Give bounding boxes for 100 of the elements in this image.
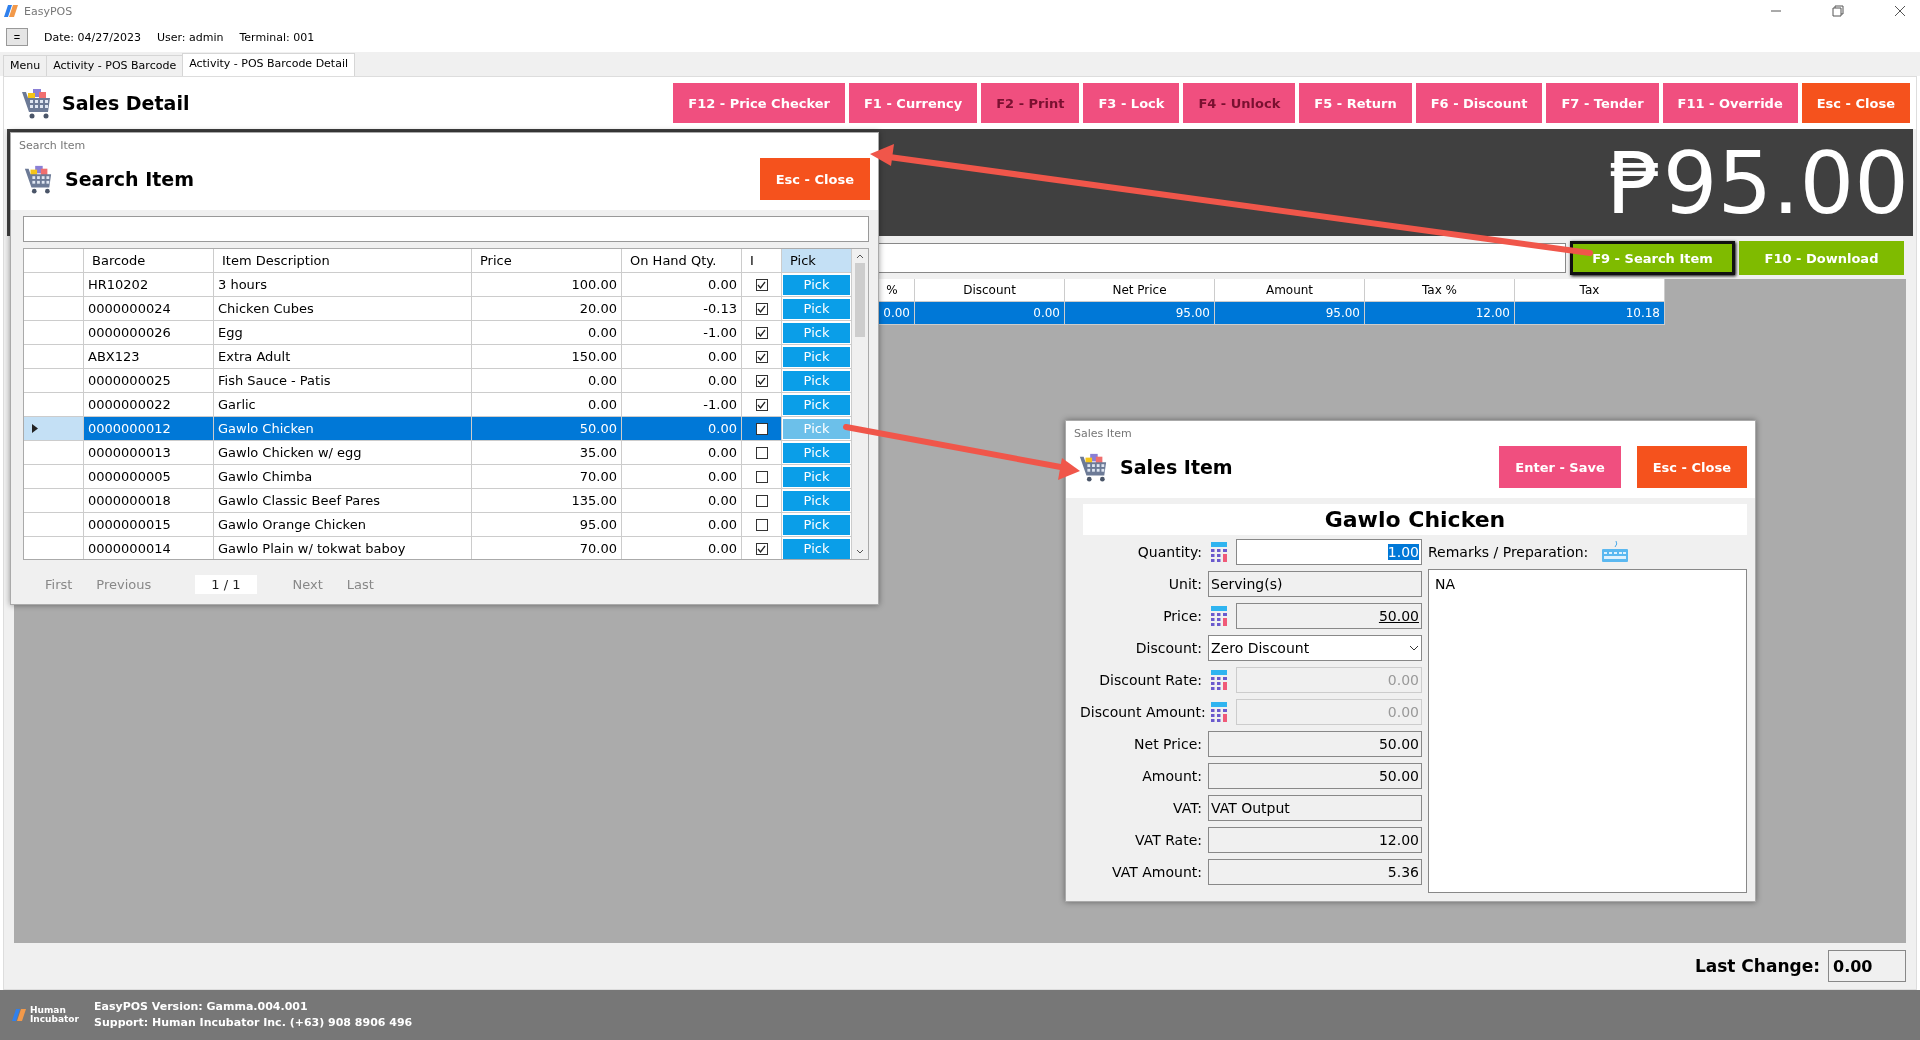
checkbox[interactable] <box>755 374 768 387</box>
table-cell: Gawlo Chicken <box>214 417 472 441</box>
pick-button[interactable]: Pick <box>783 538 850 559</box>
pick-button[interactable]: Pick <box>783 514 850 535</box>
checkbox[interactable] <box>755 518 768 531</box>
pick-button[interactable]: Pick <box>783 298 850 319</box>
table-row[interactable]: 0000000012 Gawlo Chicken 50.00 0.00 Pick <box>24 417 852 441</box>
pick-button[interactable]: Pick <box>783 490 850 511</box>
table-row[interactable]: 0000000014 Gawlo Plain w/ tokwat baboy 70.00 0.00 Pick <box>24 537 852 559</box>
pick-button[interactable]: Pick <box>783 322 850 343</box>
action-button[interactable]: Esc - Close <box>1636 446 1747 488</box>
checkbox[interactable] <box>755 542 768 555</box>
table-cell: 50.00 <box>472 417 622 441</box>
column-header: Pick <box>782 249 852 273</box>
function-button[interactable]: F10 - Download <box>1739 241 1904 275</box>
table-row[interactable]: 0000000026 Egg 0.00 -1.00 Pick <box>24 321 852 345</box>
calculator-icon <box>1211 542 1227 562</box>
function-button[interactable]: Esc - Close <box>1801 83 1910 123</box>
input-field[interactable]: 5.36 <box>1208 859 1422 885</box>
table-row[interactable]: 0000000024 Chicken Cubes 20.00 -0.13 Pick <box>24 297 852 321</box>
checkbox[interactable] <box>755 470 768 483</box>
row-header[interactable] <box>24 273 84 297</box>
checkbox[interactable] <box>755 326 768 339</box>
input-field[interactable]: 50.00 <box>1236 603 1422 629</box>
table-row[interactable]: 0000000015 Gawlo Orange Chicken 95.00 0.00 Pick <box>24 513 852 537</box>
row-header[interactable] <box>24 441 84 465</box>
pager-link[interactable]: Previous <box>96 576 152 592</box>
table-row[interactable]: HR10202 3 hours 100.00 0.00 Pick <box>24 273 852 297</box>
checkbox[interactable] <box>755 398 768 411</box>
check-icon <box>757 376 766 385</box>
row-header[interactable] <box>24 489 84 513</box>
table-cell: 0000000015 <box>84 513 214 537</box>
table-cell: 20.00 <box>472 297 622 321</box>
checkbox[interactable] <box>755 422 768 435</box>
dropdown[interactable]: Zero Discount <box>1208 635 1422 661</box>
chevron-down-icon <box>1409 645 1419 651</box>
date-label: Date: 04/27/2023 <box>44 30 141 44</box>
corner-cell <box>24 249 84 273</box>
row-header[interactable] <box>24 465 84 489</box>
table-row[interactable]: ABX123 Extra Adult 150.00 0.00 Pick <box>24 345 852 369</box>
row-header[interactable] <box>24 345 84 369</box>
table-cell: 0.00 <box>622 345 742 369</box>
input-field[interactable]: 50.00 <box>1208 731 1422 757</box>
input-field[interactable]: 1.00 <box>1236 539 1422 565</box>
pick-button[interactable]: Pick <box>783 418 850 439</box>
pick-button[interactable]: Pick <box>783 466 850 487</box>
input-field[interactable]: Serving(s) <box>1208 571 1422 597</box>
function-button[interactable]: F3 - Lock <box>1083 83 1180 123</box>
pick-button[interactable]: Pick <box>783 394 850 415</box>
table-cell: 12.00 <box>1365 302 1515 325</box>
row-header[interactable] <box>24 321 84 345</box>
check-icon <box>757 328 766 337</box>
last-change-label: Last Change: <box>1694 956 1820 976</box>
function-button[interactable]: F5 - Return <box>1299 83 1412 123</box>
table-cell: 0.00 <box>622 273 742 297</box>
table-cell: 0.00 <box>622 369 742 393</box>
scroll-thumb[interactable] <box>855 263 865 337</box>
close-button[interactable]: Esc - Close <box>759 158 870 200</box>
table-row[interactable]: 0000000013 Gawlo Chicken w/ egg 35.00 0.00 Pick <box>24 441 852 465</box>
input-field[interactable]: VAT Output <box>1208 795 1422 821</box>
checkbox[interactable] <box>755 350 768 363</box>
table-cell: 0.00 <box>472 369 622 393</box>
input-field[interactable]: 12.00 <box>1208 827 1422 853</box>
pager-link[interactable]: First <box>45 576 73 592</box>
tab[interactable]: Menu <box>3 55 48 76</box>
action-button[interactable]: Enter - Save <box>1499 446 1621 488</box>
function-button[interactable]: F7 - Tender <box>1546 83 1659 123</box>
scrollbar[interactable] <box>852 249 868 559</box>
row-header[interactable] <box>24 297 84 321</box>
function-button[interactable]: F11 - Override <box>1662 83 1798 123</box>
row-header[interactable] <box>24 417 84 441</box>
checkbox[interactable] <box>755 278 768 291</box>
table-row[interactable]: 0000000005 Gawlo Chimba 70.00 0.00 Pick <box>24 465 852 489</box>
table-row[interactable]: 0000000018 Gawlo Classic Beef Pares 135.00 0.00 Pick <box>24 489 852 513</box>
checkbox[interactable] <box>755 302 768 315</box>
table-cell: 95.00 <box>1065 302 1215 325</box>
remarks-field[interactable]: NA <box>1428 569 1747 893</box>
pick-button[interactable]: Pick <box>783 346 850 367</box>
menu-button[interactable]: = <box>6 28 28 46</box>
tab[interactable]: Activity - POS Barcode Detail <box>182 53 356 76</box>
pick-button[interactable]: Pick <box>783 274 850 295</box>
checkbox[interactable] <box>755 446 768 459</box>
row-header[interactable] <box>24 369 84 393</box>
function-button[interactable]: F6 - Discount <box>1415 83 1543 123</box>
table-row[interactable]: 0000000025 Fish Sauce - Patis 0.00 0.00 Pick <box>24 369 852 393</box>
pager-link[interactable]: Next <box>292 576 323 592</box>
checkbox[interactable] <box>755 494 768 507</box>
input-field[interactable]: 50.00 <box>1208 763 1422 789</box>
company-logo-icon <box>12 1009 28 1021</box>
search-field[interactable] <box>23 216 869 242</box>
restore-icon[interactable] <box>1832 5 1844 17</box>
function-button[interactable]: F9 - Search Item <box>1570 241 1735 275</box>
pick-button[interactable]: Pick <box>783 442 850 463</box>
pick-button[interactable]: Pick <box>783 370 850 391</box>
close-icon[interactable] <box>1894 5 1906 17</box>
pager-link[interactable]: Last <box>346 576 374 592</box>
function-button[interactable]: F1 - Currency <box>848 83 978 123</box>
keyboard-icon <box>1602 541 1629 563</box>
function-button[interactable]: F12 - Price Checker <box>673 83 845 123</box>
row-header[interactable] <box>24 513 84 537</box>
